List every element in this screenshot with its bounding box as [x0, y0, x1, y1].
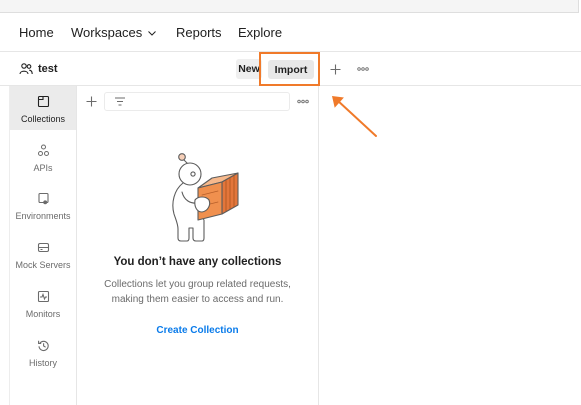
sidebar-item-label: Collections	[20, 114, 66, 124]
sidebar-item-environments[interactable]: Environments	[10, 183, 76, 227]
empty-state-description: Collections let you group related reques…	[77, 277, 318, 307]
sidebar-item-apis[interactable]: APIs	[10, 135, 76, 179]
people-icon	[19, 63, 33, 75]
sidebar-item-label: Mock Servers	[15, 260, 71, 270]
sidebar-item-label: Environments	[15, 211, 71, 221]
person-carrying-box-illustration	[172, 153, 239, 242]
empty-state-description-line: Collections let you group related reques…	[104, 279, 291, 290]
more-horizontal-icon[interactable]	[297, 99, 309, 104]
apis-icon	[38, 144, 49, 156]
mock-servers-icon	[37, 242, 50, 253]
main-content-area	[319, 86, 581, 405]
sidebar: Collections APIs Environments Mock Serve…	[9, 86, 77, 405]
sidebar-item-label: History	[28, 358, 57, 368]
nav-home[interactable]: Home	[19, 25, 54, 41]
sidebar-item-label: Monitors	[25, 309, 61, 319]
plus-icon[interactable]	[330, 64, 341, 75]
nav-reports[interactable]: Reports	[176, 25, 222, 41]
filter-input[interactable]	[131, 94, 285, 109]
top-nav: Home Workspaces Reports Explore	[0, 13, 581, 52]
empty-state-actions: Create Collection	[77, 320, 318, 338]
window-top-strip	[0, 0, 579, 13]
new-button[interactable]: New	[236, 59, 262, 79]
more-horizontal-icon[interactable]	[357, 67, 369, 71]
sidebar-item-collections[interactable]: Collections	[10, 86, 76, 130]
filter-box[interactable]	[104, 92, 290, 111]
postman-window: Home Workspaces Reports Explore test New…	[0, 0, 581, 405]
nav-workspaces[interactable]: Workspaces	[71, 25, 157, 41]
sidebar-item-history[interactable]: History	[10, 330, 76, 374]
empty-state-description-line: making them easier to access and run.	[111, 294, 284, 305]
plus-icon[interactable]	[86, 96, 97, 107]
collections-panel: You don’t have any collections Collectio…	[77, 86, 319, 405]
filter-icon	[115, 97, 125, 106]
workspace-header: test New Import	[0, 52, 581, 86]
collections-icon	[37, 95, 50, 108]
sidebar-item-label: APIs	[33, 163, 53, 173]
monitors-icon	[37, 290, 50, 303]
workspace-name[interactable]: test	[38, 62, 58, 76]
history-icon	[38, 340, 49, 352]
empty-state-title: You don’t have any collections	[113, 256, 282, 268]
nav-explore[interactable]: Explore	[238, 25, 282, 41]
nav-workspaces-label: Workspaces	[71, 25, 143, 40]
create-collection-link[interactable]: Create Collection	[156, 325, 238, 336]
import-button[interactable]: Import	[268, 60, 314, 79]
sidebar-item-monitors[interactable]: Monitors	[10, 281, 76, 325]
sidebar-item-mock-servers[interactable]: Mock Servers	[10, 232, 76, 276]
chevron-down-icon	[148, 30, 157, 36]
environments-icon	[38, 192, 49, 205]
